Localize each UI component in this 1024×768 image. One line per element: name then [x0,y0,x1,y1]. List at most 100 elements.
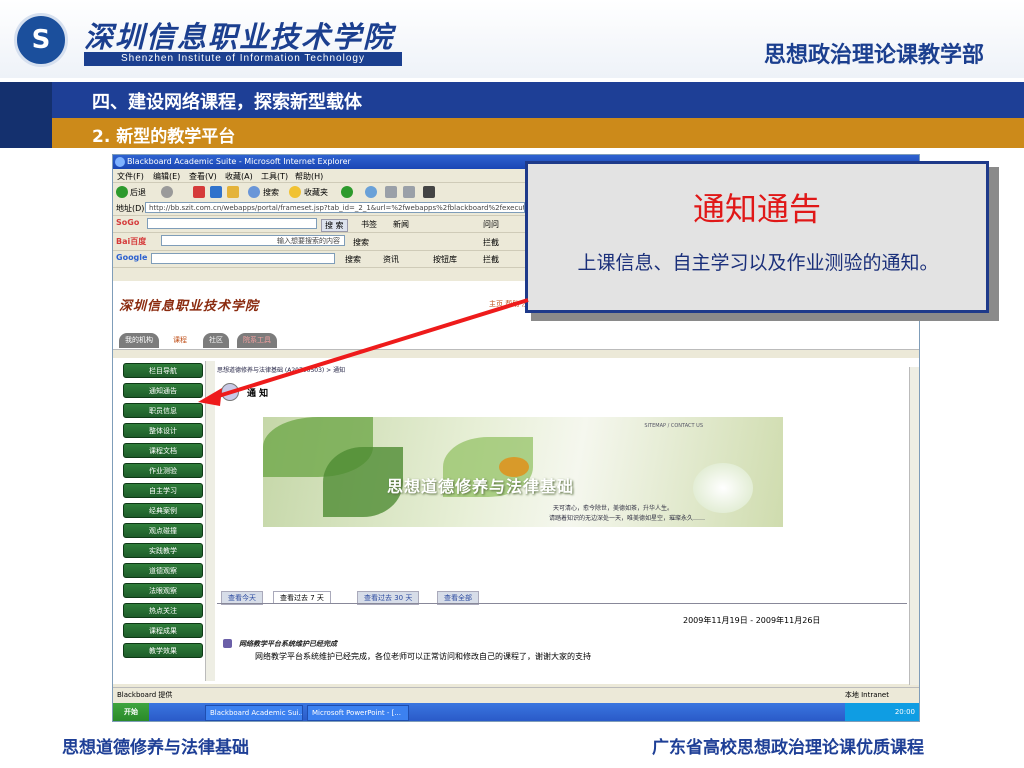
menu-edit[interactable]: 编辑(E) [153,171,180,182]
history-icon[interactable] [341,186,353,198]
hands-globe-icon [693,463,753,513]
google-search-input[interactable] [151,253,335,264]
zone-text: 本地 Intranet [844,691,889,699]
callout-box: 通知通告 上课信息、自主学习以及作业测验的通知。 [525,161,989,313]
nav-item[interactable]: 道德观察 [123,563,203,578]
ie-icon [115,157,125,167]
left-edge-band [0,82,52,148]
nav-item[interactable]: 教学效果 [123,643,203,658]
tab-dept-tools[interactable]: 院系工具 [237,333,277,348]
start-button[interactable]: 开始 [113,703,149,721]
sogou-logo-icon: SoGo [116,218,140,227]
callout-title: 通知通告 [692,190,821,228]
favorites-star-icon[interactable] [289,186,301,198]
back-arrow-icon[interactable] [116,186,128,198]
tab-community[interactable]: 社区 [203,333,229,348]
menu-tools[interactable]: 工具(T) [261,171,288,182]
tab-my-institution[interactable]: 我的机构 [119,333,159,348]
footer-program-title: 广东省高校思想政治理论课优质课程 [652,738,924,758]
footer-course-title: 思想道德修养与法律基础 [62,738,249,758]
google-news-button[interactable]: 资讯 [383,254,399,265]
nav-item[interactable]: 作业测验 [123,463,203,478]
browser-title: Blackboard Academic Suite - Microsoft In… [127,157,351,166]
nav-item[interactable]: 职员信息 [123,403,203,418]
sogou-ask-button[interactable]: 问问 [483,219,499,230]
school-logo-icon: S [14,13,68,67]
search-button-label[interactable]: 搜索 [263,187,279,198]
portal-page: 深圳信息职业技术学院 主页 帮助 注销 我的机构 课程 社区 院系工具 栏目导航… [113,281,919,684]
address-input[interactable]: http://bb.szit.com.cn/webapps/portal/fra… [145,202,525,213]
course-content: 思想道德修养与法律基础 (A20700503) > 通知 通 知 SITEMAP… [217,361,907,681]
edit-icon[interactable] [403,186,415,198]
school-name-cn: 深圳信息职业技术学院 [84,20,395,54]
menu-view[interactable]: 查看(V) [189,171,217,182]
department-title: 思想政治理论课教学部 [763,43,984,68]
google-logo-icon: Google [116,253,148,262]
banner-title: 思想道德修养与法律基础 [387,477,575,496]
date-range: 2009年11月19日 - 2009年11月26日 [683,616,821,625]
baidu-search-button[interactable]: 搜索 [353,237,369,248]
google-lib-button[interactable]: 按钮库 [433,254,457,265]
nav-item-notices[interactable]: 通知通告 [123,383,203,398]
notice-heading: 通 知 [247,389,269,399]
tab-divider [217,603,907,604]
school-name-en: Shenzhen Institute of Information Techno… [84,52,402,66]
nav-item[interactable]: 课程文档 [123,443,203,458]
taskbar-item-ppt[interactable]: Microsoft PowerPoint - [... [307,705,409,721]
baidu-block-button[interactable]: 拦截 [483,237,499,248]
clock: 20:00 [894,708,915,716]
subsection-bar: 2. 新型的教学平台 [52,118,1024,148]
print-icon[interactable] [385,186,397,198]
nav-item[interactable]: 整体设计 [123,423,203,438]
banner-subtitle-2: 请踏着知识的无边深处一天，唯美德如星空，璀璨永久…… [549,515,706,522]
address-label: 地址(D) [116,204,145,213]
breadcrumb[interactable]: 思想道德修养与法律基础 (A20700503) > 通知 [217,365,345,374]
subsection-title: 2. 新型的教学平台 [92,127,236,147]
nav-item[interactable]: 经典案例 [123,503,203,518]
sogou-search-button[interactable]: 搜 索 [321,219,348,232]
menu-help[interactable]: 帮助(H) [295,171,323,182]
nav-item[interactable]: 自主学习 [123,483,203,498]
menu-file[interactable]: 文件(F) [117,171,144,182]
post-body: 网络教学平台系统维护已经完成，各位老师可以正常访问和修改自己的课程了，谢谢大家的… [255,652,591,661]
course-nav: 栏目导航 通知通告 职员信息 整体设计 课程文档 作业测验 自主学习 经典案例 … [119,361,214,681]
back-button-label[interactable]: 后退 [130,187,146,198]
menu-favorites[interactable]: 收藏(A) [225,171,253,182]
taskbar: 开始 Blackboard Academic Sui... Microsoft … [113,703,919,721]
sogou-news-button[interactable]: 新闻 [393,219,409,230]
notice-icon [221,383,239,401]
tab-courses[interactable]: 课程 [167,333,193,348]
nav-item[interactable]: 栏目导航 [123,363,203,378]
status-text: Blackboard 提供 [117,691,173,699]
nav-item[interactable]: 观点碰撞 [123,523,203,538]
baidu-search-input[interactable]: 输入想要搜索的内容 [161,235,345,246]
nav-item[interactable]: 实践教学 [123,543,203,558]
favorites-button-label[interactable]: 收藏夹 [304,187,328,198]
search-icon[interactable] [248,186,260,198]
callout-body: 上课信息、自主学习以及作业测验的通知。 [577,252,939,274]
content-scrollbar[interactable] [909,367,919,685]
nav-item[interactable]: 法眼观察 [123,583,203,598]
section-bar: 四、建设网络课程，探索新型载体 [52,82,1024,118]
banner-subtitle-1: 天可清心，愈今除世，美德如茶，升华人生。 [553,505,674,512]
google-search-button[interactable]: 搜索 [345,254,361,265]
refresh-icon[interactable] [210,186,222,198]
nav-item[interactable]: 热点关注 [123,603,203,618]
home-icon[interactable] [227,186,239,198]
sogou-bookmark-button[interactable]: 书签 [361,219,377,230]
sogou-search-input[interactable] [147,218,317,229]
nav-item[interactable]: 课程成果 [123,623,203,638]
system-tray: 20:00 [845,703,919,721]
section-title: 四、建设网络课程，探索新型载体 [92,92,362,113]
mail-icon[interactable] [365,186,377,198]
course-banner: SITEMAP / CONTACT US 思想道德修养与法律基础 天可清心，愈今… [263,417,783,527]
banner-corner-links: SITEMAP / CONTACT US [644,423,703,429]
stop-icon[interactable] [193,186,205,198]
google-block-button[interactable]: 拦截 [483,254,499,265]
forward-arrow-icon[interactable] [161,186,173,198]
messenger-icon[interactable] [423,186,435,198]
status-bar: Blackboard 提供 本地 Intranet [113,687,919,702]
nav-scrollbar[interactable] [205,361,215,681]
taskbar-item-ie[interactable]: Blackboard Academic Sui... [205,705,303,721]
post-icon [223,639,232,648]
